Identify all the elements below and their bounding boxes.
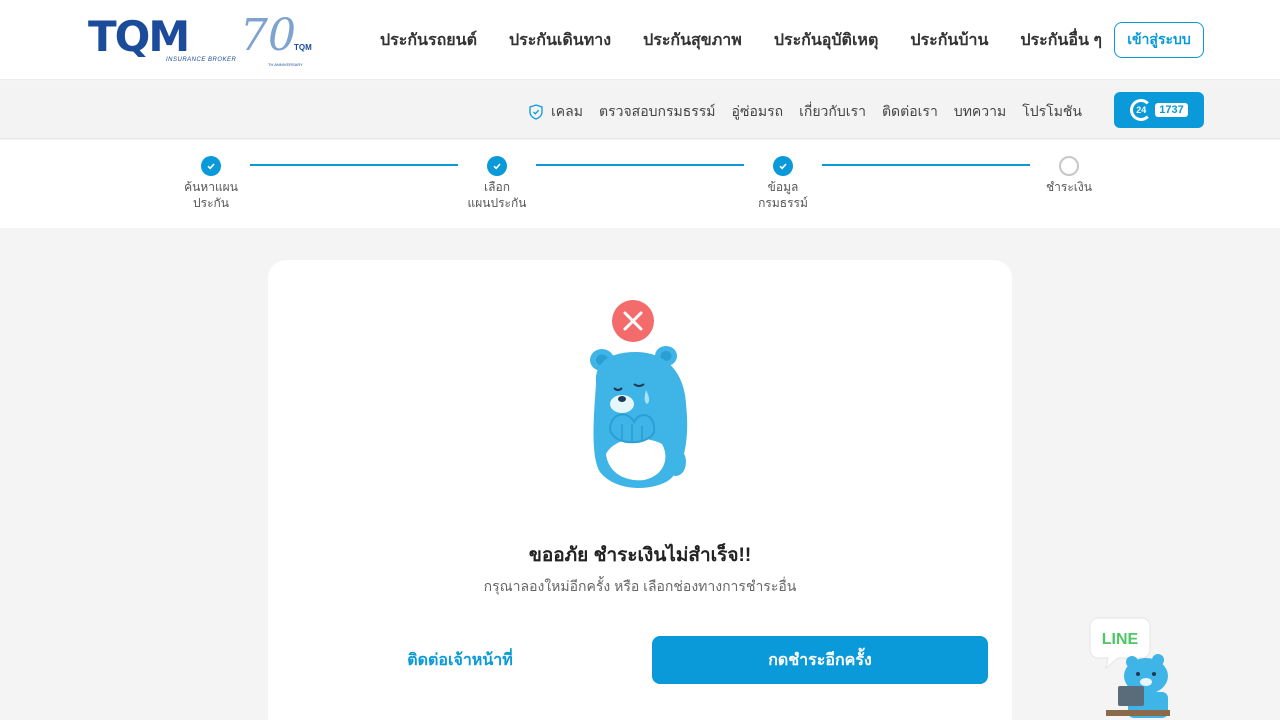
- subnav-check-policy[interactable]: ตรวจสอบกรมธรรม์: [599, 101, 716, 123]
- top-navbar: TQM INSURANCE BROKER 70 TQM TH ANNIVERSA…: [0, 0, 1280, 80]
- hotline-24h-icon: 24: [1130, 99, 1153, 121]
- progress-stepper: ค้นหาแผนประกัน เลือกแผนประกัน ข้อมูลกรมธ…: [0, 140, 1280, 228]
- anniversary-label: TQM: [294, 43, 312, 52]
- stepper-line: [536, 164, 744, 166]
- check-icon: [487, 156, 507, 176]
- retry-payment-button[interactable]: กดชำระอีกครั้ง: [652, 636, 988, 684]
- check-icon: [201, 156, 221, 176]
- tqm-logo[interactable]: TQM INSURANCE BROKER: [88, 12, 237, 66]
- payment-failed-card: ขออภัย ชำระเงินไม่สำเร็จ!! กรุณาลองใหม่อ…: [268, 260, 1012, 720]
- sub-navbar: เคลม ตรวจสอบกรมธรรม์ อู่ซ่อมรถ เกี่ยวกับ…: [0, 81, 1280, 139]
- nav-accident-insurance[interactable]: ประกันอุบัติเหตุ: [774, 28, 879, 53]
- step-label: แผนประกัน: [467, 196, 527, 210]
- error-description: กรุณาลองใหม่อีกครั้ง หรือ เลือกช่องทางกา…: [483, 578, 797, 594]
- logo-subtext: INSURANCE BROKER: [166, 57, 237, 63]
- subnav-articles[interactable]: บทความ: [954, 101, 1006, 123]
- hotline-number: 1737: [1155, 103, 1188, 117]
- step-label: ประกัน: [193, 196, 229, 210]
- empty-circle-icon: [1059, 156, 1079, 176]
- subnav-claim-label: เคลม: [551, 103, 583, 119]
- nav-health-insurance[interactable]: ประกันสุขภาพ: [643, 28, 742, 53]
- step-label: เลือก: [484, 180, 510, 194]
- stepper-line: [822, 164, 1030, 166]
- nav-home-insurance[interactable]: ประกันบ้าน: [910, 28, 988, 53]
- error-title: ขออภัย ชำระเงินไม่สำเร็จ!!: [528, 545, 752, 566]
- sub-nav: เคลม ตรวจสอบกรมธรรม์ อู่ซ่อมรถ เกี่ยวกับ…: [513, 101, 1082, 123]
- login-button[interactable]: เข้าสู่ระบบ: [1114, 22, 1204, 58]
- hotline-button[interactable]: 24 1737: [1114, 92, 1204, 128]
- error-x-icon: [612, 300, 654, 342]
- nav-travel-insurance[interactable]: ประกันเดินทาง: [509, 28, 611, 53]
- subnav-promotion[interactable]: โปรโมชัน: [1022, 101, 1082, 123]
- line-label: LINE: [1102, 631, 1139, 648]
- nav-other-insurance[interactable]: ประกันอื่น ๆ: [1020, 28, 1102, 53]
- stepper-line: [250, 164, 458, 166]
- anniversary-number: 70: [240, 10, 296, 61]
- contact-staff-link[interactable]: ติดต่อเจ้าหน้าที่: [360, 648, 560, 673]
- logo-text: TQM: [88, 12, 190, 61]
- step-search-plan: ค้นหาแผนประกัน: [166, 156, 256, 211]
- sad-bear-mascot-icon: [590, 346, 688, 488]
- shield-check-icon: [529, 104, 543, 120]
- main-nav: ประกันรถยนต์ ประกันเดินทาง ประกันสุขภาพ …: [380, 28, 1134, 53]
- subnav-claim[interactable]: เคลม: [529, 101, 583, 123]
- line-bear-icon: LINE: [1089, 617, 1170, 718]
- check-icon: [773, 156, 793, 176]
- anniversary-tag: TH ANNIVERSARY: [268, 62, 303, 67]
- subnav-about[interactable]: เกี่ยวกับเรา: [799, 101, 866, 123]
- line-chat-widget[interactable]: LINE: [1088, 612, 1188, 720]
- anniversary-logo: 70 TQM TH ANNIVERSARY: [240, 10, 320, 67]
- step-policy-info: ข้อมูลกรมธรรม์: [738, 156, 828, 211]
- step-label: ข้อมูล: [767, 180, 799, 194]
- step-label: ค้นหาแผน: [184, 180, 238, 194]
- step-payment: ชำระเงิน: [1024, 156, 1114, 195]
- step-label: ชำระเงิน: [1046, 180, 1092, 194]
- nav-car-insurance[interactable]: ประกันรถยนต์: [380, 28, 477, 53]
- step-label: กรมธรรม์: [758, 196, 808, 210]
- subnav-contact[interactable]: ติดต่อเรา: [882, 101, 938, 123]
- step-select-plan: เลือกแผนประกัน: [452, 156, 542, 211]
- subnav-garage[interactable]: อู่ซ่อมรถ: [732, 101, 784, 123]
